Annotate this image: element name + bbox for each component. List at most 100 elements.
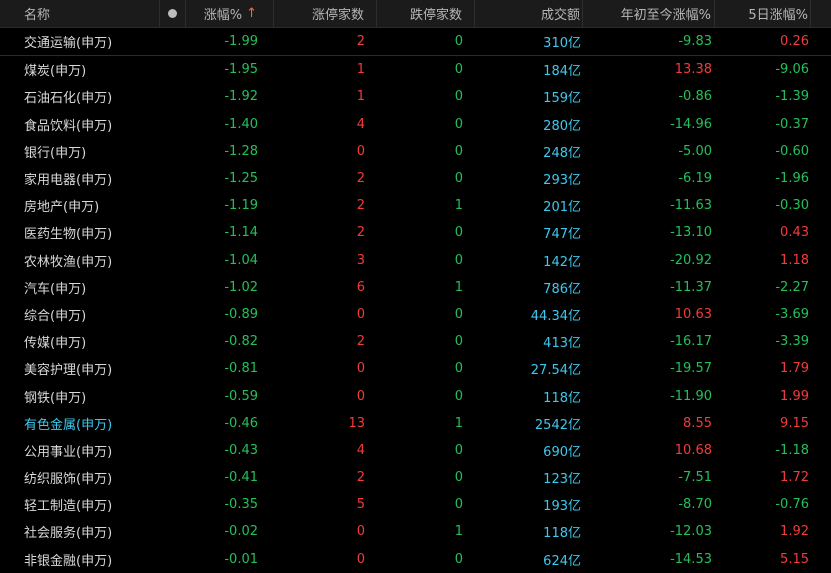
- table-row[interactable]: 医药生物(申万) -1.14 2 0 747亿 -13.10 0.43: [0, 219, 831, 247]
- row-dot-cell: [160, 355, 186, 382]
- ytd-change-value: -13.10: [670, 225, 712, 241]
- column-header-ytd[interactable]: 年初至今涨幅%: [583, 0, 715, 27]
- ytd-change-value: -11.37: [670, 279, 712, 295]
- sector-name: 综合(申万): [24, 308, 87, 324]
- limit-up-count: 4: [356, 442, 365, 458]
- volume-value: 293亿: [543, 173, 581, 189]
- ytd-change-value: 10.68: [674, 442, 712, 458]
- table-header: 名称 涨幅% ↑ 涨停家数 跌停家数 成交额 年初至今涨幅% 5日涨幅%: [0, 0, 831, 28]
- table-row[interactable]: 传媒(申万) -0.82 2 0 413亿 -16.17 -3.39: [0, 328, 831, 356]
- volume-value: 201亿: [543, 200, 581, 216]
- sector-name: 家用电器(申万): [24, 173, 113, 189]
- change-pct-value: -0.89: [224, 306, 258, 322]
- row-spacer: [811, 83, 831, 110]
- limit-down-count: 0: [454, 361, 463, 377]
- table-row[interactable]: 交通运输(申万) -1.99 2 0 310亿 -9.83 0.26: [0, 28, 831, 57]
- ytd-change-value: -16.17: [670, 334, 712, 350]
- row-spacer: [811, 410, 831, 437]
- limit-up-count: 2: [356, 334, 365, 350]
- table-row[interactable]: 农林牧渔(申万) -1.04 3 0 142亿 -20.92 1.18: [0, 246, 831, 274]
- header-ytd-label: 年初至今涨幅%: [620, 8, 711, 23]
- limit-down-count: 0: [454, 89, 463, 105]
- header-volume-label: 成交额: [540, 8, 580, 23]
- change-pct-value: -1.92: [224, 89, 258, 105]
- row-dot-cell: [160, 301, 186, 328]
- volume-value: 786亿: [543, 281, 581, 297]
- volume-value: 747亿: [543, 227, 581, 243]
- volume-value: 248亿: [543, 145, 581, 161]
- ytd-change-value: -12.03: [670, 524, 712, 540]
- volume-value: 690亿: [543, 444, 581, 460]
- row-dot-cell: [160, 83, 186, 110]
- table-row[interactable]: 石油石化(申万) -1.92 1 0 159亿 -0.86 -1.39: [0, 83, 831, 111]
- change-pct-value: -0.02: [224, 524, 258, 540]
- change-pct-value: -0.41: [224, 470, 258, 486]
- row-spacer: [811, 328, 831, 355]
- table-row[interactable]: 社会服务(申万) -0.02 0 1 118亿 -12.03 1.92: [0, 518, 831, 546]
- column-header-limit-up[interactable]: 涨停家数: [274, 0, 377, 27]
- five-day-change-value: -0.60: [775, 143, 809, 159]
- row-dot-cell: [160, 464, 186, 491]
- table-row[interactable]: 公用事业(申万) -0.43 4 0 690亿 10.68 -1.18: [0, 436, 831, 464]
- limit-down-count: 0: [454, 116, 463, 132]
- table-row[interactable]: 汽车(申万) -1.02 6 1 786亿 -11.37 -2.27: [0, 273, 831, 301]
- limit-down-count: 1: [454, 198, 463, 214]
- ytd-change-value: -11.90: [670, 388, 712, 404]
- row-spacer: [811, 165, 831, 192]
- table-row[interactable]: 银行(申万) -1.28 0 0 248亿 -5.00 -0.60: [0, 137, 831, 165]
- sector-name: 轻工制造(申万): [24, 499, 113, 515]
- sector-table: 名称 涨幅% ↑ 涨停家数 跌停家数 成交额 年初至今涨幅% 5日涨幅% 交通运…: [0, 0, 831, 573]
- sector-name: 交通运输(申万): [24, 36, 113, 52]
- five-day-change-value: 1.79: [780, 361, 809, 377]
- limit-up-count: 6: [356, 279, 365, 295]
- table-row[interactable]: 钢铁(申万) -0.59 0 0 118亿 -11.90 1.99: [0, 382, 831, 410]
- row-dot-cell: [160, 111, 186, 138]
- five-day-change-value: -0.37: [775, 116, 809, 132]
- five-day-change-value: -3.39: [775, 334, 809, 350]
- column-header-dot[interactable]: [160, 0, 186, 27]
- five-day-change-value: 5.15: [780, 551, 809, 567]
- volume-value: 624亿: [543, 553, 581, 569]
- ytd-change-value: -11.63: [670, 198, 712, 214]
- row-spacer: [811, 301, 831, 328]
- five-day-change-value: -1.18: [775, 442, 809, 458]
- row-spacer: [811, 491, 831, 518]
- table-row[interactable]: 综合(申万) -0.89 0 0 44.34亿 10.63 -3.69: [0, 300, 831, 329]
- column-header-limit-down[interactable]: 跌停家数: [377, 0, 475, 27]
- five-day-change-value: -9.06: [775, 62, 809, 78]
- limit-up-count: 0: [356, 361, 365, 377]
- sector-name: 医药生物(申万): [24, 227, 113, 243]
- row-dot-cell: [160, 56, 186, 83]
- table-row[interactable]: 有色金属(申万) -0.46 13 1 2542亿 8.55 9.15: [0, 409, 831, 437]
- table-row[interactable]: 煤炭(申万) -1.95 1 0 184亿 13.38 -9.06: [0, 56, 831, 84]
- column-header-change-pct[interactable]: 涨幅% ↑: [186, 0, 274, 27]
- table-row[interactable]: 纺织服饰(申万) -0.41 2 0 123亿 -7.51 1.72: [0, 464, 831, 492]
- change-pct-value: -1.14: [224, 225, 258, 241]
- ytd-change-value: -8.70: [678, 497, 712, 513]
- limit-up-count: 1: [356, 89, 365, 105]
- column-header-five-day[interactable]: 5日涨幅%: [715, 0, 811, 27]
- sector-name: 钢铁(申万): [24, 390, 87, 406]
- row-spacer: [811, 111, 831, 138]
- limit-up-count: 2: [356, 225, 365, 241]
- table-body: 交通运输(申万) -1.99 2 0 310亿 -9.83 0.26 煤炭(申万) -1.95 1…: [0, 28, 831, 573]
- change-pct-value: -0.46: [224, 415, 258, 431]
- volume-value: 123亿: [543, 472, 581, 488]
- column-header-volume[interactable]: 成交额: [475, 0, 583, 27]
- limit-up-count: 2: [356, 34, 365, 50]
- limit-up-count: 3: [356, 252, 365, 268]
- table-row[interactable]: 美容护理(申万) -0.81 0 0 27.54亿 -19.57 1.79: [0, 355, 831, 383]
- volume-value: 118亿: [543, 526, 581, 542]
- column-header-name[interactable]: 名称: [0, 0, 160, 27]
- limit-down-count: 0: [454, 388, 463, 404]
- limit-down-count: 0: [454, 143, 463, 159]
- five-day-change-value: -1.39: [775, 89, 809, 105]
- table-row[interactable]: 家用电器(申万) -1.25 2 0 293亿 -6.19 -1.96: [0, 164, 831, 193]
- table-row[interactable]: 房地产(申万) -1.19 2 1 201亿 -11.63 -0.30: [0, 192, 831, 220]
- table-row[interactable]: 食品饮料(申万) -1.40 4 0 280亿 -14.96 -0.37: [0, 110, 831, 138]
- table-row[interactable]: 非银金融(申万) -0.01 0 0 624亿 -14.53 5.15: [0, 545, 831, 573]
- change-pct-value: -0.35: [224, 497, 258, 513]
- table-row[interactable]: 轻工制造(申万) -0.35 5 0 193亿 -8.70 -0.76: [0, 491, 831, 519]
- volume-value: 193亿: [543, 499, 581, 515]
- ytd-change-value: -20.92: [670, 252, 712, 268]
